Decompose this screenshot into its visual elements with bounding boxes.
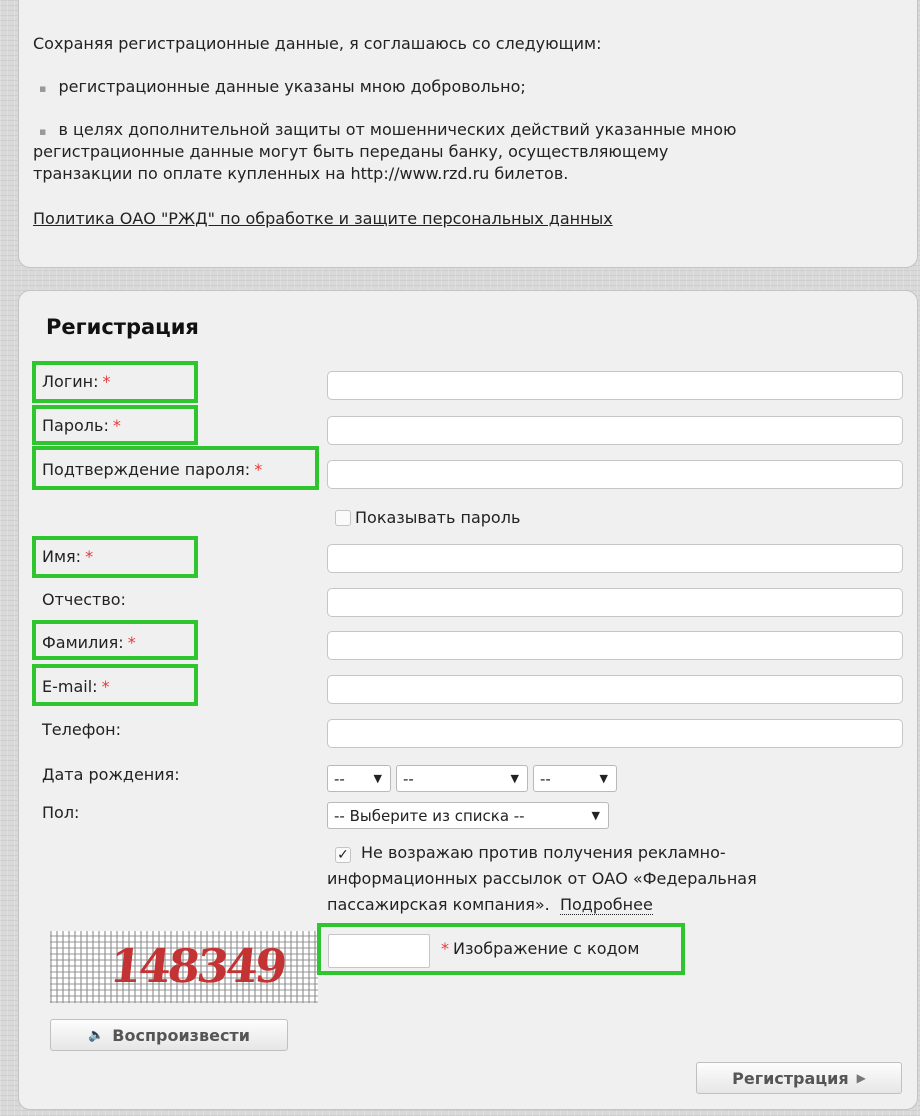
play-audio-label: Воспроизвести	[112, 1025, 250, 1045]
patronymic-input[interactable]	[327, 588, 903, 617]
phone-label: Телефон:	[42, 720, 122, 739]
first-name-label-text: Имя:	[42, 547, 82, 566]
required-asterisk: *	[101, 677, 110, 696]
agreement-item-1: ▪ регистрационные данные указаны мною доб…	[39, 77, 526, 99]
confirm-password-label: Подтверждение пароля: *	[42, 460, 262, 480]
birth-year-select[interactable]: -- ▼	[533, 765, 617, 792]
show-password-checkbox[interactable]	[335, 510, 351, 526]
dropdown-arrow-icon: ▼	[373, 772, 382, 785]
speaker-icon: 🔈	[88, 1027, 105, 1043]
birth-day-value: --	[334, 769, 345, 788]
newsletter-checkbox[interactable]: ✓	[335, 847, 351, 863]
dropdown-arrow-icon: ▼	[599, 772, 608, 785]
last-name-label: Фамилия: *	[42, 633, 136, 653]
privacy-policy-link[interactable]: Политика ОАО "РЖД" по обработке и защите…	[33, 209, 613, 229]
required-asterisk: *	[127, 633, 136, 652]
password-input[interactable]	[327, 416, 903, 445]
newsletter-text-line-3-text: пассажирская компания».	[327, 895, 550, 914]
agreement-item-2-line-1: ▪ в целях дополнительной защиты от мошенн…	[39, 120, 737, 142]
confirm-password-input[interactable]	[327, 460, 903, 489]
login-label-text: Логин:	[42, 372, 99, 391]
agreement-panel: Сохраняя регистрационные данные, я согла…	[18, 0, 918, 268]
captcha-digits: 148349	[107, 939, 287, 993]
agreement-item-2-line-3: транзакции по оплате купленных на http:/…	[33, 164, 569, 183]
captcha-label-text: Изображение с кодом	[453, 939, 640, 958]
password-label-text: Пароль:	[42, 416, 109, 435]
birth-day-select[interactable]: -- ▼	[327, 765, 391, 792]
dropdown-arrow-icon: ▼	[591, 809, 600, 822]
birthdate-label: Дата рождения:	[42, 765, 180, 784]
email-label-text: E-mail:	[42, 677, 98, 696]
confirm-password-label-text: Подтверждение пароля:	[42, 460, 251, 479]
captcha-label: * Изображение с кодом	[441, 939, 639, 959]
birth-month-select[interactable]: -- ▼	[396, 765, 528, 792]
password-label: Пароль: *	[42, 416, 121, 436]
more-info-link[interactable]: Подробнее	[559, 895, 653, 915]
email-input[interactable]	[327, 675, 903, 704]
register-button-label: Регистрация	[732, 1068, 849, 1088]
registration-panel: Регистрация Логин: * Пароль: * Подтвержден…	[18, 290, 918, 1110]
bullet-icon: ▪	[39, 125, 47, 138]
bullet-icon: ▪	[39, 82, 47, 95]
newsletter-text-line-3: пассажирская компания». Подробнее	[327, 895, 653, 915]
agreement-item-2-line-2: регистрационные данные могут быть переда…	[33, 142, 669, 161]
required-asterisk: *	[85, 547, 94, 566]
agreement-item-1-text: регистрационные данные указаны мною добр…	[58, 77, 526, 96]
last-name-input[interactable]	[327, 631, 903, 660]
required-asterisk: *	[112, 416, 121, 435]
phone-input[interactable]	[327, 719, 903, 748]
play-audio-button[interactable]: 🔈 Воспроизвести	[50, 1019, 288, 1051]
captcha-input[interactable]	[328, 934, 430, 968]
required-asterisk: *	[441, 939, 449, 958]
first-name-input[interactable]	[327, 544, 903, 573]
login-input[interactable]	[327, 371, 903, 400]
required-asterisk: *	[254, 460, 263, 479]
dropdown-arrow-icon: ▼	[510, 772, 519, 785]
agreement-intro: Сохраняя регистрационные данные, я согла…	[33, 34, 602, 53]
registration-title: Регистрация	[46, 315, 199, 339]
checkmark-icon: ✓	[337, 847, 349, 863]
birth-year-value: --	[540, 769, 551, 788]
gender-value: -- Выберите из списка --	[334, 806, 525, 825]
newsletter-text-line-2: информационных рассылок от ОАО «Федераль…	[327, 869, 757, 888]
gender-label: Пол:	[42, 803, 80, 822]
patronymic-label: Отчество:	[42, 590, 126, 609]
newsletter-text-line-1: Не возражаю против получения рекламно-	[361, 843, 726, 862]
birth-month-value: --	[403, 769, 414, 788]
required-asterisk: *	[102, 372, 111, 391]
arrow-right-icon: ▶	[856, 1071, 866, 1085]
first-name-label: Имя: *	[42, 547, 93, 567]
email-label: E-mail: *	[42, 677, 110, 697]
last-name-label-text: Фамилия:	[42, 633, 124, 652]
captcha-image: 148349	[50, 931, 318, 1003]
login-label: Логин: *	[42, 372, 110, 392]
agreement-item-2-text-1: в целях дополнительной защиты от мошенни…	[58, 120, 737, 139]
gender-select[interactable]: -- Выберите из списка -- ▼	[327, 802, 609, 829]
register-button[interactable]: Регистрация ▶	[696, 1062, 902, 1094]
show-password-label[interactable]: Показывать пароль	[355, 508, 520, 528]
